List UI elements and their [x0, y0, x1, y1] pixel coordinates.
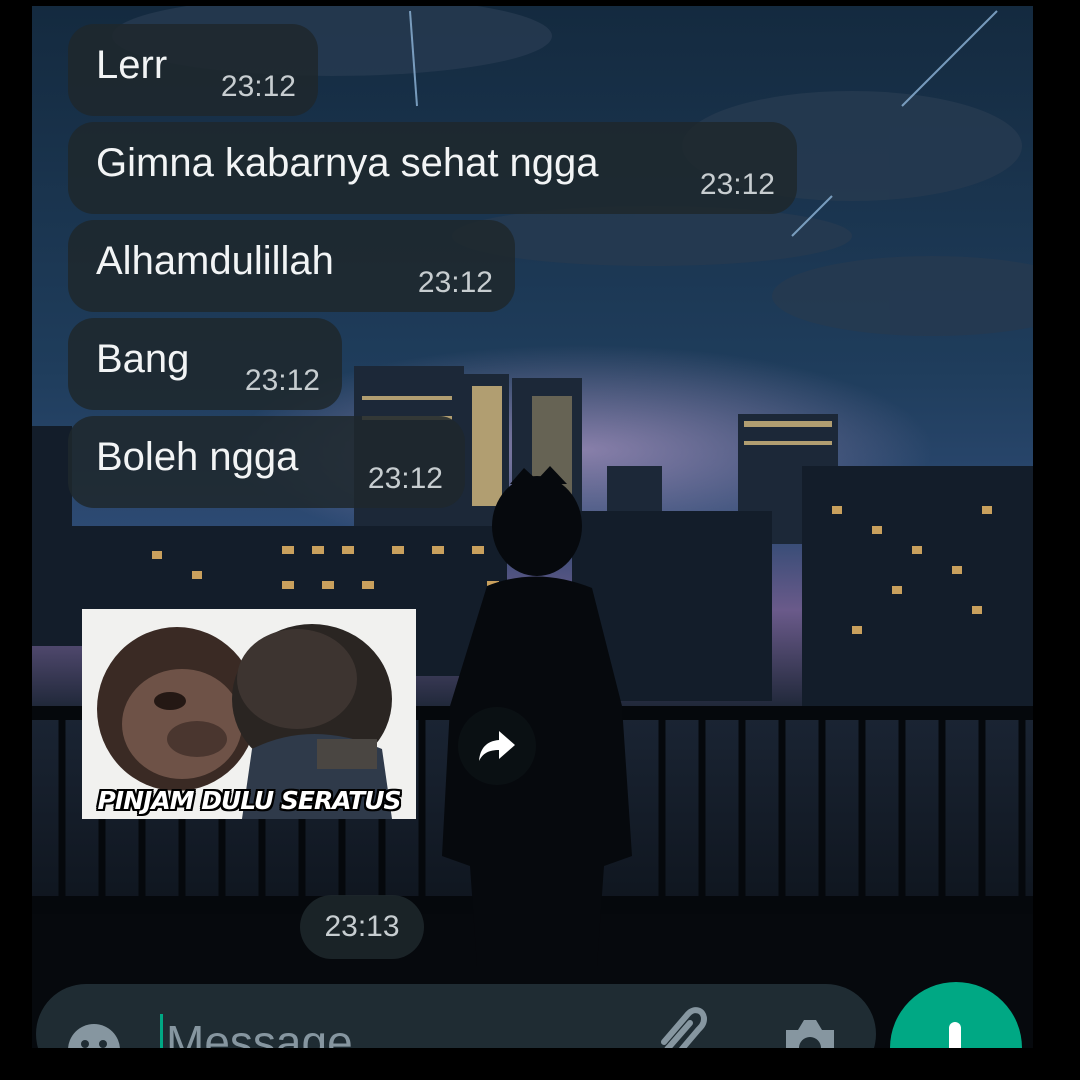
message-time: 23:12 [244, 364, 320, 397]
message-bubble[interactable]: Lerr 23:12 [68, 24, 318, 116]
message-text: Alhamdulillah [96, 239, 334, 283]
message-time: 23:12 [417, 266, 493, 299]
message-text: Lerr [96, 43, 168, 87]
emoji-icon[interactable] [66, 1022, 122, 1048]
message-composer [36, 984, 876, 1048]
message-text: Boleh ngga [96, 435, 299, 479]
message-text: Bang [96, 337, 190, 381]
message-text: Gimna kabarnya sehat ngga [96, 141, 599, 185]
sticker-time: 23:13 [300, 895, 424, 959]
camera-icon[interactable] [778, 1006, 842, 1048]
message-bubble[interactable]: Bang 23:12 [68, 318, 342, 410]
paperclip-icon[interactable] [654, 1002, 714, 1048]
message-time: 23:12 [367, 462, 443, 495]
message-bubble[interactable]: Gimna kabarnya sehat ngga 23:12 [68, 122, 797, 214]
message-bubble[interactable]: Alhamdulillah 23:12 [68, 220, 515, 312]
chat-screen: Lerr 23:12 Gimna kabarnya sehat ngga 23:… [32, 6, 1033, 1048]
mic-icon [949, 1022, 961, 1048]
message-bubble[interactable]: Boleh ngga 23:12 [68, 416, 465, 508]
sticker-image[interactable]: PINJAM DULU SERATUS [82, 609, 416, 819]
sticker-caption: PINJAM DULU SERATUS [97, 786, 401, 815]
forward-arrow-icon [479, 731, 515, 761]
message-time: 23:12 [220, 70, 296, 103]
message-input[interactable] [166, 1012, 606, 1048]
text-cursor [160, 1014, 163, 1048]
message-time: 23:12 [699, 168, 775, 201]
forward-button[interactable] [458, 707, 536, 785]
